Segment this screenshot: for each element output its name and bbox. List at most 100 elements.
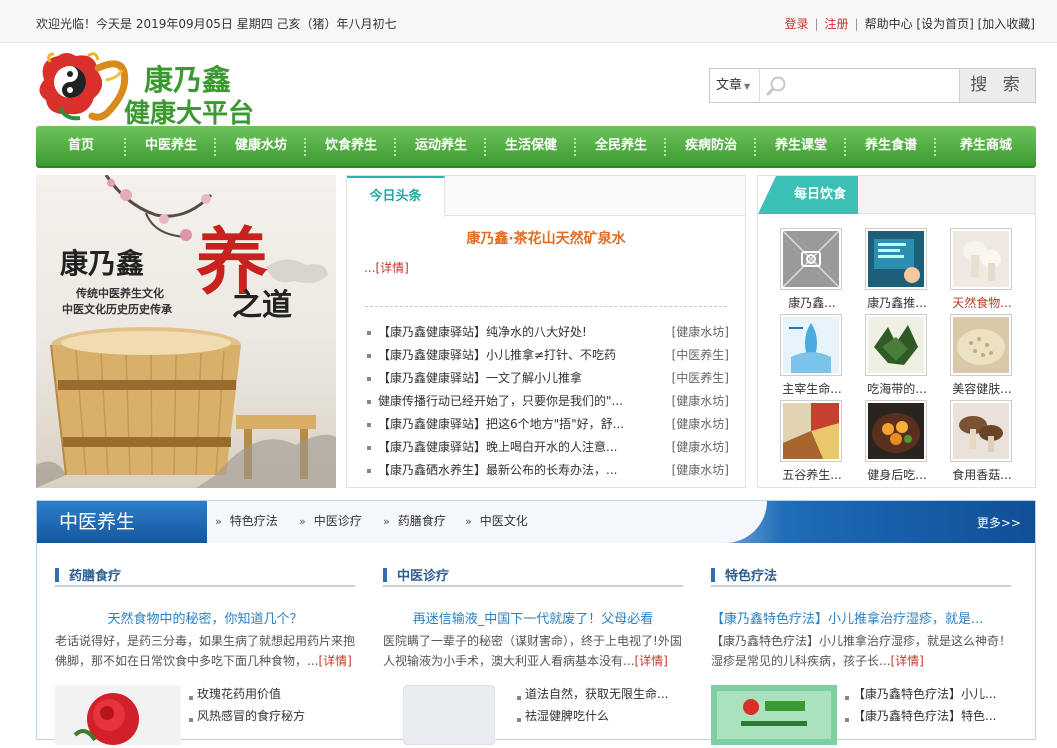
list-item[interactable]: 道法自然，获取无限生命... xyxy=(517,687,668,701)
food-item[interactable]: 美容健肤... xyxy=(949,314,1015,398)
list-item-link[interactable]: 【康乃鑫健康驿站】把这6个地方"捂"好，舒... xyxy=(378,413,628,436)
detail-link[interactable]: [详情] xyxy=(318,654,351,668)
mushroom-thumb xyxy=(950,228,1012,290)
headline-detail-link[interactable]: ...[详情] xyxy=(364,259,409,276)
list-item-link[interactable]: 【康乃鑫健康驿站】晚上喝白开水的人注意... xyxy=(378,436,628,459)
placeholder-image-icon xyxy=(780,228,842,290)
section-title[interactable]: 中医养生 xyxy=(59,501,135,543)
column-headline-link[interactable]: 【康乃鑫特色疗法】小儿推拿治疗湿疹，就是... xyxy=(711,608,1011,627)
daily-diet-panel: 每日饮食 康乃鑫... 康乃鑫推... 天然食物... 主宰生命... 吃海带的… xyxy=(757,175,1036,488)
dashed-divider xyxy=(365,306,727,307)
bullet xyxy=(367,469,371,473)
bullet xyxy=(367,446,371,450)
list-item-category[interactable]: [健康水坊] xyxy=(672,390,729,413)
more-link[interactable]: 更多>> xyxy=(977,501,1021,543)
rose-thumb[interactable] xyxy=(55,685,181,745)
list-item: 【康乃鑫健康驿站】晚上喝白开水的人注意... [健康水坊] xyxy=(367,436,729,459)
column-headline-link[interactable]: 天然食物中的秘密，你知道几个？ xyxy=(55,608,355,627)
nav-tcm[interactable]: 中医养生 xyxy=(126,126,216,166)
sub-link[interactable]: 药膳食疗 xyxy=(398,514,446,528)
nav-public[interactable]: 全民养生 xyxy=(576,126,666,166)
column-description: 医院瞒了一辈子的秘密（谋财害命），终于上电视了!外国人视输液为小手术，澳大利亚人… xyxy=(383,631,683,671)
list-item-link[interactable]: 健康传播行动已经开始了，只要你是我们的"... xyxy=(378,390,628,413)
list-item-category[interactable]: [健康水坊] xyxy=(672,321,729,344)
list-item[interactable]: 风热感冒的食疗秘方 xyxy=(189,709,305,723)
nav-class[interactable]: 养生课堂 xyxy=(756,126,846,166)
set-home-link[interactable]: [设为首页] xyxy=(916,17,973,31)
tcm-column-diet: 药膳食疗 天然食物中的秘密，你知道几个？ 老话说得好，是药三分毒，如果生病了就想… xyxy=(55,555,355,745)
column-name[interactable]: 药膳食疗 xyxy=(69,565,121,584)
list-item[interactable]: 祛湿健脾吃什么 xyxy=(517,709,609,723)
sub-link-wrapper: » 中医文化 xyxy=(465,501,528,542)
article-thumb[interactable] xyxy=(402,684,496,746)
list-item-link[interactable]: 【康乃鑫健康驿站】一文了解小儿推拿 xyxy=(378,367,628,390)
bullet xyxy=(367,331,371,335)
sub-link[interactable]: 中医文化 xyxy=(480,514,528,528)
food-item[interactable]: 吃海带的... xyxy=(864,314,930,398)
food-item[interactable]: 健身后吃... xyxy=(864,400,930,484)
site-logo[interactable]: 康乃鑫 健康大平台 xyxy=(36,50,296,129)
column-name[interactable]: 中医诊疗 xyxy=(397,565,449,584)
list-item[interactable]: 玫瑰花药用价值 xyxy=(189,687,281,701)
food-item[interactable]: 主宰生命... xyxy=(779,314,845,398)
column-headline-link[interactable]: 再迷信输液_中国下一代就废了！父母必看 xyxy=(383,608,683,627)
food-caption: 康乃鑫... xyxy=(788,296,836,310)
header-bar-icon xyxy=(711,568,715,582)
nav-diet[interactable]: 饮食养生 xyxy=(306,126,396,166)
separator: | xyxy=(854,17,859,31)
list-item-category[interactable]: [中医养生] xyxy=(672,367,729,390)
bookmark-link[interactable]: [加入收藏] xyxy=(978,17,1035,31)
list-item-category[interactable]: [健康水坊] xyxy=(672,459,729,482)
headlines-tabbar: 今日头条 xyxy=(347,176,745,217)
logo-thumb[interactable] xyxy=(711,685,837,745)
food-item[interactable]: 天然食物... xyxy=(949,228,1015,312)
tab-today-headlines[interactable]: 今日头条 xyxy=(347,176,445,217)
search-input[interactable] xyxy=(792,73,952,98)
list-item-category[interactable]: [健康水坊] xyxy=(672,413,729,436)
register-link[interactable]: 注册 xyxy=(825,17,849,31)
list-item-link[interactable]: 【康乃鑫健康驿站】小儿推拿≠打针、不吃药 xyxy=(378,344,628,367)
sub-link-wrapper: » 特色疗法 xyxy=(215,501,278,542)
food-item[interactable]: 五谷养生... xyxy=(779,400,845,484)
login-link[interactable]: 登录 xyxy=(784,17,808,31)
dish-thumb xyxy=(865,400,927,462)
search-category-select[interactable]: 文章 ▼ xyxy=(710,69,760,102)
help-center-link[interactable]: 帮助中心 xyxy=(865,17,913,31)
list-item-category[interactable]: [中医养生] xyxy=(672,344,729,367)
grain-thumb xyxy=(950,314,1012,376)
sub-link[interactable]: 中医诊疗 xyxy=(314,514,362,528)
nav-home[interactable]: 首页 xyxy=(36,126,126,166)
headline-title-link[interactable]: 康乃鑫·茶花山天然矿泉水 xyxy=(347,228,745,248)
shiitake-thumb xyxy=(950,400,1012,462)
detail-link[interactable]: [详情] xyxy=(634,654,667,668)
banner-line2: 中医文化历史历史传承 xyxy=(62,302,173,316)
nav-disease[interactable]: 疾病防治 xyxy=(666,126,756,166)
list-item[interactable]: 【康乃鑫特色疗法】特色... xyxy=(845,709,996,723)
food-item[interactable]: 康乃鑫... xyxy=(779,228,845,312)
water-thumb xyxy=(780,314,842,376)
nav-water[interactable]: 健康水坊 xyxy=(216,126,306,166)
search-button[interactable]: 搜 索 xyxy=(959,69,1035,102)
nav-sport[interactable]: 运动养生 xyxy=(396,126,486,166)
nav-care[interactable]: 生活保健 xyxy=(486,126,576,166)
food-item[interactable]: 食用香菇... xyxy=(949,400,1015,484)
list-item-link[interactable]: 【康乃鑫硒水养生】最新公布的长寿办法，... xyxy=(378,459,628,482)
list-item[interactable]: 【康乃鑫特色疗法】小儿... xyxy=(845,687,996,701)
list-item: 【康乃鑫健康驿站】小儿推拿≠打针、不吃药 [中医养生] xyxy=(367,344,729,367)
list-item-category[interactable]: [健康水坊] xyxy=(672,436,729,459)
hero-banner[interactable]: 康乃鑫 养 之道 传统中医养生文化 中医文化历史历史传承 xyxy=(36,175,336,488)
detail-link[interactable]: [详情] xyxy=(890,654,923,668)
list-item-link[interactable]: 【康乃鑫健康驿站】纯净水的八大好处! xyxy=(378,321,628,344)
nav-mall[interactable]: 养生商城 xyxy=(936,126,1036,166)
grains-thumb xyxy=(780,400,842,462)
column-name[interactable]: 特色疗法 xyxy=(725,565,777,584)
sub-link-wrapper: » 中医诊疗 xyxy=(299,501,362,542)
section-header: 中医养生 » 特色疗法 » 中医诊疗 » 药膳食疗 » 中医文化 更多>> xyxy=(37,501,1035,543)
sub-link[interactable]: 特色疗法 xyxy=(230,514,278,528)
greeting-text: 欢迎光临！今天是 2019年09月05日 星期四 己亥（猪）年八月初七 xyxy=(36,17,397,31)
tcm-column-therapy: 特色疗法 【康乃鑫特色疗法】小儿推拿治疗湿疹，就是... 【康乃鑫特色疗法】小儿… xyxy=(711,555,1011,745)
food-item[interactable]: 康乃鑫推... xyxy=(864,228,930,312)
header-bar-icon xyxy=(383,568,387,582)
double-chevron-icon: » xyxy=(215,515,222,528)
nav-recipe[interactable]: 养生食谱 xyxy=(846,126,936,166)
